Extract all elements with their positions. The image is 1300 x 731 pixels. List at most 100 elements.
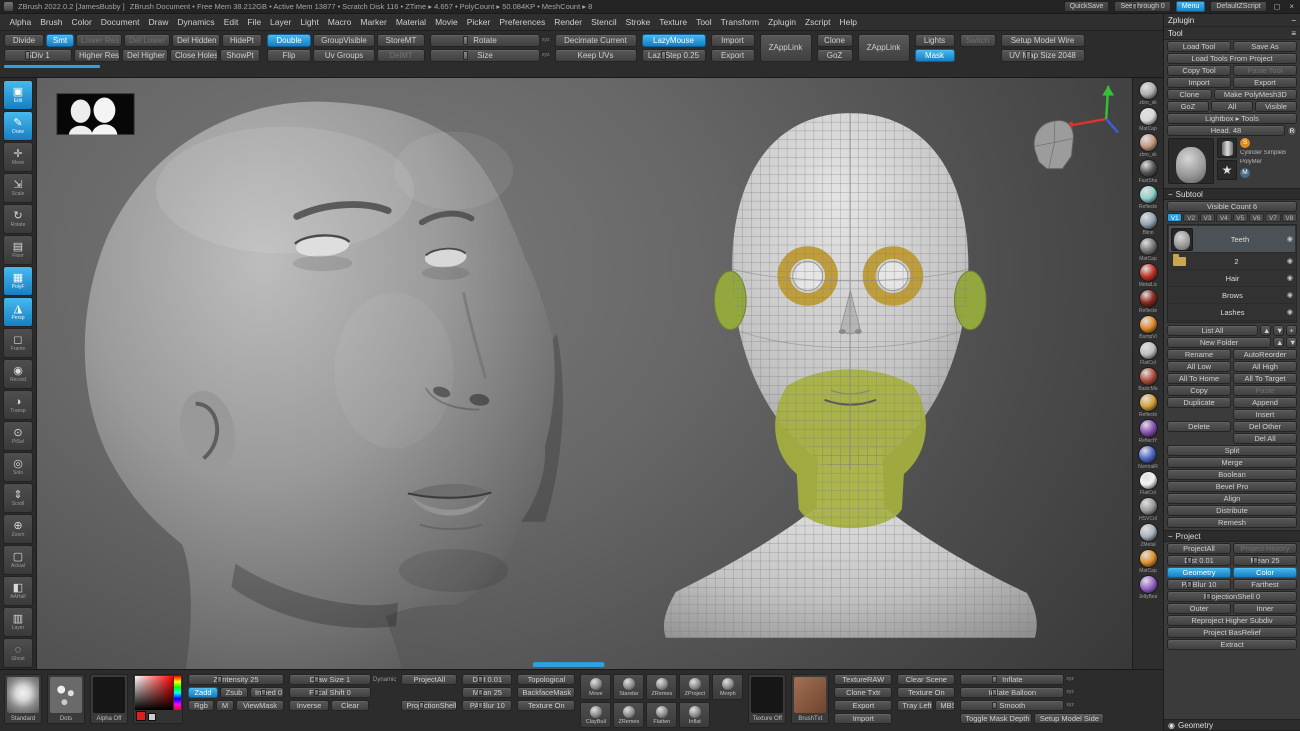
polyframe-button[interactable]: ▦ PolyF — [3, 266, 33, 296]
del-higher-button[interactable]: Del Higher — [122, 49, 168, 62]
outer-toggle[interactable]: Outer — [1167, 603, 1231, 614]
mask-button[interactable]: Mask — [914, 49, 955, 62]
double-toggle[interactable]: Double — [267, 34, 311, 47]
eye-icon[interactable]: ◉ — [1287, 291, 1293, 299]
dist-slider[interactable]: Dist 0.01 — [462, 674, 513, 685]
menu-file[interactable]: File — [243, 15, 266, 29]
morph-brush-button[interactable]: Morph — [712, 674, 744, 700]
material-item[interactable]: Reflecte — [1138, 393, 1158, 418]
hidept-button[interactable]: HidePt — [222, 34, 262, 47]
material-item[interactable]: FlatCol — [1138, 471, 1158, 496]
eye-icon[interactable]: ◉ — [1287, 274, 1293, 282]
inverse-toggle[interactable]: Inverse — [289, 700, 329, 711]
material-item[interactable]: zbro_sk — [1138, 133, 1158, 158]
flatten-brush-button[interactable]: Flatten — [646, 702, 678, 728]
goz-panel-button[interactable]: GoZ — [1167, 101, 1209, 112]
menu-texture[interactable]: Texture — [655, 15, 692, 29]
polymesh-star-thumbnail[interactable]: ★ — [1217, 160, 1237, 180]
material-item[interactable]: MatCap — [1138, 549, 1158, 574]
folder-down-button[interactable]: ▼ — [1286, 337, 1297, 348]
texture-import-button[interactable]: Import — [834, 713, 893, 724]
axis-gizmo[interactable] — [1062, 85, 1120, 134]
list-all-button[interactable]: List All — [1167, 325, 1258, 336]
lazymouse-toggle[interactable]: LazyMouse — [641, 34, 706, 47]
subtool-paste-button[interactable]: Paste — [1233, 385, 1297, 396]
uv-groups-button[interactable]: Uv Groups — [313, 49, 375, 62]
make-polymesh3d-button[interactable]: Make PolyMesh3D — [1213, 89, 1297, 100]
menu-brush[interactable]: Brush — [36, 15, 67, 29]
toggle-mask-depth-button[interactable]: Toggle Mask Depth — [960, 713, 1033, 724]
alpha-thumb[interactable]: Alpha Off — [90, 674, 128, 724]
imbed-slider[interactable]: Imbed 0 — [250, 687, 284, 698]
record-button[interactable]: ◉ Record — [3, 359, 33, 389]
delmt-button[interactable]: DelMT — [377, 49, 425, 62]
duplicate-button[interactable]: Duplicate — [1167, 397, 1231, 408]
all-to-home-button[interactable]: All To Home — [1167, 373, 1231, 384]
material-item[interactable]: HSVCol — [1138, 497, 1158, 522]
menu-marker[interactable]: Marker — [356, 15, 391, 29]
del-hidden-button[interactable]: Del Hidden — [172, 34, 220, 47]
menu-layer[interactable]: Layer — [266, 15, 296, 29]
insert-button[interactable]: Insert — [1233, 409, 1297, 420]
export-button[interactable]: Export — [710, 49, 755, 62]
menu-color[interactable]: Color — [67, 15, 96, 29]
edit-mode-button[interactable]: ▣ Edit — [3, 80, 33, 110]
showpt-button[interactable]: ShowPt — [220, 49, 260, 62]
focal-shift-slider[interactable]: Focal Shift 0 — [289, 687, 371, 698]
window-restore-icon[interactable]: ◻ — [1272, 2, 1283, 11]
menu-material[interactable]: Material — [391, 15, 430, 29]
material-item[interactable]: ReflectY — [1138, 419, 1158, 444]
panel-projectall-button[interactable]: ProjectAll — [1167, 543, 1231, 554]
palette-menu-icon[interactable]: ≡ — [1291, 29, 1296, 38]
menu-stroke[interactable]: Stroke — [621, 15, 655, 29]
z-intensity-slider[interactable]: Z Intensity 25 — [188, 674, 284, 685]
draw-mode-button[interactable]: ✎ Draw — [3, 111, 33, 141]
project-section-header[interactable]: − Project — [1164, 530, 1300, 542]
saturation-value-square[interactable] — [135, 676, 173, 710]
zsub-toggle[interactable]: Zsub — [220, 687, 248, 698]
menu-tool[interactable]: Tool — [692, 15, 717, 29]
floor-grid-button[interactable]: ▤ Floor — [3, 235, 33, 265]
keep-uvs-toggle[interactable]: Keep UVs — [554, 49, 637, 62]
menu-transform[interactable]: Transform — [716, 15, 763, 29]
zoom-button[interactable]: ⊕ Zoom — [3, 514, 33, 544]
zplugin-palette-header[interactable]: Zplugin − — [1164, 14, 1300, 27]
clear-scene-button[interactable]: Clear Scene — [897, 674, 956, 685]
menu-preferences[interactable]: Preferences — [495, 15, 550, 29]
stroke-type-thumb[interactable]: Dots — [47, 674, 85, 724]
m-toggle[interactable]: M — [216, 700, 234, 711]
append-button[interactable]: Append — [1233, 397, 1297, 408]
menu-zplugin[interactable]: Zplugin — [764, 15, 801, 29]
texture-export-button[interactable]: Export — [834, 700, 893, 711]
project-color-toggle[interactable]: Color — [1233, 567, 1297, 578]
eye-icon[interactable]: ◉ — [1287, 257, 1293, 265]
r-badge[interactable]: R — [1287, 125, 1297, 136]
subtool-folder-row[interactable]: 2 ◉ — [1169, 253, 1295, 270]
vtab-8[interactable]: V8 — [1281, 213, 1297, 222]
perspective-button[interactable]: ◮ Persp — [3, 297, 33, 327]
merge-section[interactable]: Merge — [1167, 457, 1297, 468]
align-section[interactable]: Align — [1167, 493, 1297, 504]
current-tool-name[interactable]: Head. 48 — [1167, 125, 1285, 136]
rename-button[interactable]: Rename — [1167, 349, 1231, 360]
subtool-row-lashes[interactable]: Lashes ◉ — [1169, 304, 1295, 321]
material-item[interactable]: Reflecte — [1138, 185, 1158, 210]
menu-macro[interactable]: Macro — [323, 15, 356, 29]
rotate-slider[interactable]: Rotate — [430, 34, 540, 47]
extract-button[interactable]: Extract — [1167, 639, 1297, 650]
goz-visible-button[interactable]: Visible — [1255, 101, 1297, 112]
size-slider[interactable]: Size — [430, 49, 540, 62]
draw-size-slider[interactable]: Draw Size 1 — [289, 674, 371, 685]
farthest-toggle[interactable]: Farthest — [1233, 579, 1297, 590]
close-holes-button[interactable]: Close Holes — [170, 49, 218, 62]
material-item[interactable]: zbro_sk — [1138, 81, 1158, 106]
goz-all-button[interactable]: All — [1211, 101, 1253, 112]
new-folder-button[interactable]: New Folder — [1167, 337, 1271, 348]
lightbox-tools-button[interactable]: Lightbox ▸ Tools — [1167, 113, 1297, 124]
autoreorder-button[interactable]: AutoReorder — [1233, 349, 1297, 360]
del-other-button[interactable]: Del Other — [1233, 421, 1297, 432]
vtab-5[interactable]: V5 — [1232, 213, 1248, 222]
divide-button[interactable]: Divide — [4, 34, 44, 47]
switch-button[interactable]: Switch — [959, 34, 996, 47]
inflate-slider[interactable]: Inflate — [960, 674, 1065, 685]
